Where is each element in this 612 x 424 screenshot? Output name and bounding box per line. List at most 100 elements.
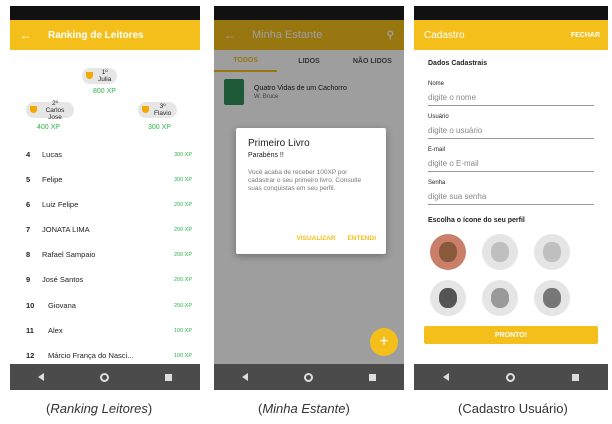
trophy-icon bbox=[142, 106, 149, 113]
senha-label: Senha bbox=[428, 180, 446, 186]
usuario-field: Usuário bbox=[414, 114, 608, 139]
ranking-row[interactable]: 6 Luiz Felipe 200 XP bbox=[10, 192, 200, 217]
rank-name: José Santos bbox=[42, 275, 84, 284]
cadastro-screen: Cadastro FECHAR Dados Cadastrais Nome Us… bbox=[414, 6, 608, 390]
trophy-icon bbox=[86, 72, 93, 79]
caption-ranking-text: Ranking Leitores bbox=[50, 401, 148, 416]
visualizar-button[interactable]: VISUALIZAR bbox=[296, 235, 335, 242]
ranking-row[interactable]: 10 Giovana 200 XP bbox=[10, 293, 200, 318]
caption-estante: (Minha Estante) bbox=[258, 401, 350, 416]
dialog-title: Primeiro Livro bbox=[248, 138, 310, 149]
rank-name: Rafael Sampaio bbox=[42, 250, 96, 259]
nome-input[interactable] bbox=[428, 91, 594, 106]
rank-name: Lucas bbox=[42, 150, 63, 159]
rank-xp: 300 XP bbox=[173, 176, 192, 183]
rank-xp: 100 XP bbox=[173, 352, 192, 359]
status-bar bbox=[214, 6, 404, 20]
podium-xp: 300 XP bbox=[148, 124, 171, 131]
rank-name: Felipe bbox=[42, 175, 63, 184]
batman-avatar-icon[interactable] bbox=[430, 280, 466, 316]
nav-home-icon[interactable] bbox=[100, 372, 109, 382]
usuario-input[interactable] bbox=[428, 124, 594, 139]
rank-position: 11 bbox=[26, 326, 34, 335]
pronto-button[interactable]: PRONTO! bbox=[424, 326, 598, 344]
sloth-avatar-icon[interactable] bbox=[430, 234, 466, 270]
rank-name: Márcio França do Nasci... bbox=[48, 351, 134, 360]
podium-name: Flavio bbox=[154, 110, 172, 117]
ranking-title: Ranking de Leitores bbox=[48, 29, 144, 41]
ranking-row[interactable]: 11 Alex 100 XP bbox=[10, 318, 200, 343]
nav-home-icon[interactable] bbox=[304, 372, 313, 382]
fechar-button[interactable]: FECHAR bbox=[571, 32, 600, 39]
ranking-screen: ← Ranking de Leitores 1º Julia 800 XP 2º C… bbox=[10, 6, 200, 390]
ranking-row[interactable]: 7 JONATA LIMA 200 XP bbox=[10, 217, 200, 242]
senha-input[interactable] bbox=[428, 190, 594, 205]
nav-recents-icon[interactable] bbox=[369, 373, 376, 381]
rank-position: 5 bbox=[26, 175, 31, 184]
podium-place: 1º bbox=[101, 69, 108, 76]
senha-field: Senha bbox=[414, 180, 608, 205]
estante-screen: ← Minha Estante ⚲ TODOS LIDOS NÃO LIDOS … bbox=[214, 6, 404, 390]
podium-name: Julia bbox=[98, 76, 112, 83]
man-avatar-icon[interactable] bbox=[534, 234, 570, 270]
nav-recents-icon[interactable] bbox=[572, 373, 580, 381]
rank-xp: 200 XP bbox=[173, 201, 192, 208]
caption-ranking: (Ranking Leitores) bbox=[46, 401, 153, 416]
ranking-row[interactable]: 5 Felipe 300 XP bbox=[10, 167, 200, 192]
usuario-label: Usuário bbox=[428, 114, 449, 120]
podium-first: 1º Julia bbox=[82, 68, 118, 84]
back-arrow-icon[interactable]: ← bbox=[20, 28, 32, 42]
rank-name: Giovana bbox=[48, 301, 76, 310]
rank-xp: 200 XP bbox=[173, 276, 192, 283]
ranking-row[interactable]: 9 José Santos 200 XP bbox=[10, 267, 200, 292]
dialog-body: Você acaba de receber 100XP por cadastra… bbox=[248, 169, 362, 192]
rank-position: 7 bbox=[26, 225, 31, 234]
rank-xp: 200 XP bbox=[173, 251, 192, 258]
podium-third: 3º Flavio bbox=[138, 102, 178, 118]
status-bar bbox=[10, 6, 200, 20]
rank-xp: 100 XP bbox=[173, 327, 192, 334]
email-input[interactable] bbox=[428, 157, 594, 172]
nav-back-icon[interactable] bbox=[38, 373, 44, 381]
podium-name: Carlos Jose bbox=[45, 106, 65, 121]
trophy-icon bbox=[30, 106, 37, 113]
rank-position: 9 bbox=[26, 275, 31, 284]
icons-label: Escolha o ícone do seu perfil bbox=[428, 217, 525, 224]
cadastro-title: Cadastro bbox=[424, 29, 465, 41]
elder-avatar-icon[interactable] bbox=[482, 280, 518, 316]
podium-xp: 800 XP bbox=[93, 88, 116, 95]
podium-place: 3º bbox=[159, 103, 166, 110]
rank-name: Luiz Felipe bbox=[42, 200, 79, 209]
add-book-button[interactable]: + bbox=[370, 328, 398, 356]
android-nav-bar bbox=[414, 364, 608, 390]
ranking-row[interactable]: 8 Rafael Sampaio 200 XP bbox=[10, 242, 200, 267]
ranking-row[interactable]: 4 Lucas 300 XP bbox=[10, 142, 200, 167]
rank-xp: 300 XP bbox=[173, 151, 192, 158]
nav-recents-icon[interactable] bbox=[165, 373, 172, 381]
dialog-subtitle: Parabéns !! bbox=[248, 152, 284, 159]
caption-cadastro: (Cadastro Usuário) bbox=[458, 401, 568, 416]
email-field: E-mail bbox=[414, 147, 608, 172]
nav-back-icon[interactable] bbox=[242, 373, 248, 381]
rank-name: Alex bbox=[48, 326, 63, 335]
rank-position: 6 bbox=[26, 200, 31, 209]
woman-avatar-icon[interactable] bbox=[482, 234, 518, 270]
nav-back-icon[interactable] bbox=[442, 373, 449, 381]
email-label: E-mail bbox=[428, 147, 446, 153]
section-title: Dados Cadastrais bbox=[428, 60, 488, 67]
entendi-button[interactable]: ENTENDI bbox=[347, 235, 376, 242]
rank-position: 12 bbox=[26, 351, 35, 360]
nav-home-icon[interactable] bbox=[505, 372, 515, 382]
rank-xp: 200 XP bbox=[173, 226, 192, 233]
android-nav-bar bbox=[214, 364, 404, 390]
robot-avatar-icon[interactable] bbox=[534, 280, 570, 316]
rank-position: 8 bbox=[26, 250, 31, 259]
nome-label: Nome bbox=[428, 81, 445, 87]
podium-xp: 400 XP bbox=[37, 124, 60, 131]
nome-field: Nome bbox=[414, 81, 608, 106]
ranking-app-bar: ← Ranking de Leitores bbox=[10, 20, 200, 50]
podium-place: 2º bbox=[52, 99, 58, 107]
dialog-actions: VISUALIZAR ENTENDI bbox=[296, 235, 376, 242]
status-bar bbox=[414, 6, 608, 20]
rank-position: 10 bbox=[26, 301, 35, 310]
